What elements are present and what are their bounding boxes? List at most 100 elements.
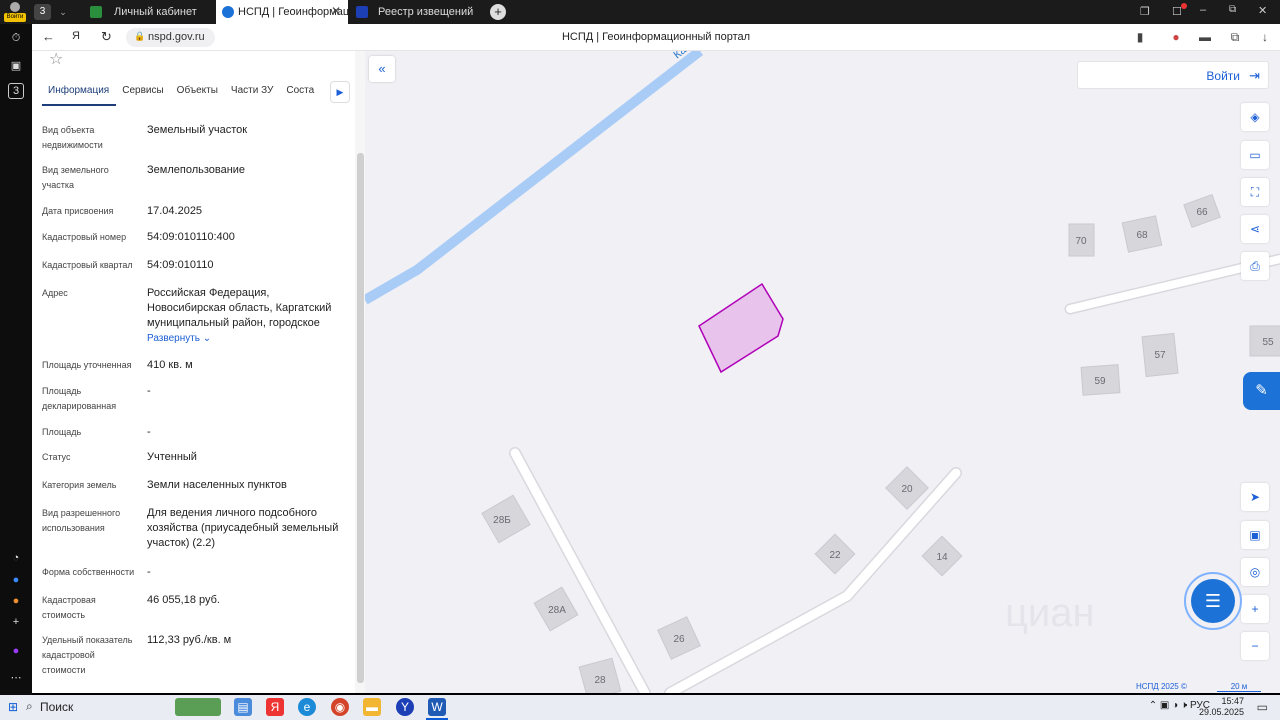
feedback-icon: ✎ xyxy=(1255,382,1268,399)
zoom-out-button[interactable]: − xyxy=(1241,632,1269,660)
extension-icon[interactable]: ● xyxy=(1169,30,1183,44)
house-57: 57 xyxy=(1141,332,1179,378)
messenger-icon[interactable]: ● xyxy=(8,572,24,588)
tab-notice-registry[interactable]: Реестр извещений xyxy=(350,0,480,24)
river xyxy=(365,51,704,305)
select-area-button[interactable]: ⛶ xyxy=(1241,178,1269,206)
url-text: nspd.gov.ru xyxy=(148,31,205,43)
tab-nspd[interactable]: НСПД | Геоинформацио ✕ xyxy=(216,0,348,24)
windows-start-icon[interactable]: ⊞ xyxy=(8,700,22,714)
new-tab-button[interactable]: + xyxy=(490,4,506,20)
tab-services[interactable]: Сервисы xyxy=(116,84,170,106)
download-icon[interactable]: ↓ xyxy=(1258,30,1272,44)
login-button[interactable]: Войти ⇥ xyxy=(1077,61,1269,89)
info-label: Статус xyxy=(42,452,71,462)
sidebar-counter[interactable]: 3 xyxy=(8,83,24,99)
yandex-icon[interactable]: Я xyxy=(72,30,80,42)
yandex-browser-icon[interactable]: Я xyxy=(266,698,284,716)
edge-icon[interactable]: e xyxy=(298,698,316,716)
house-number: 14 xyxy=(936,552,948,563)
info-label: Кадастровый номер xyxy=(42,232,127,242)
map-view[interactable]: Ка 70 68 66 57 59 55 20 22 14 28Б 28А 26… xyxy=(365,51,1280,693)
map-canvas[interactable]: Ка 70 68 66 57 59 55 20 22 14 28Б 28А 26… xyxy=(365,51,1280,693)
file-explorer-small-icon[interactable]: ▤ xyxy=(234,698,252,716)
geolocation-button[interactable]: ◎ xyxy=(1241,558,1269,586)
tab-list-dropdown-icon[interactable]: ⌄ xyxy=(56,4,70,20)
tab-land-parts[interactable]: Части ЗУ xyxy=(225,84,280,106)
assistant-icon[interactable]: ● xyxy=(8,643,24,659)
feedback-badge-button[interactable]: ✎ xyxy=(1243,372,1280,410)
add-icon[interactable]: + xyxy=(8,614,24,630)
measure-button[interactable]: ▭ xyxy=(1241,141,1269,169)
word-icon[interactable]: W xyxy=(428,698,446,716)
url-field[interactable]: 🔒 nspd.gov.ru xyxy=(126,28,215,47)
share-button[interactable]: ⋖ xyxy=(1241,215,1269,243)
reload-icon[interactable]: ↻ xyxy=(101,29,112,45)
house-number: 26 xyxy=(673,634,685,645)
app-orange-icon[interactable]: ● xyxy=(8,593,24,609)
info-label: Площадь xyxy=(42,427,82,437)
more-icon[interactable]: ⋯ xyxy=(8,669,24,685)
restore-button[interactable]: ⧉ xyxy=(1229,4,1243,18)
yandex-icon[interactable]: Y xyxy=(396,698,414,716)
profile-button[interactable]: Войти xyxy=(4,1,26,23)
screenshot-icon[interactable]: ▣ xyxy=(8,57,24,73)
tab-objects[interactable]: Объекты xyxy=(171,84,225,106)
tab-information[interactable]: Информация xyxy=(42,84,117,106)
taskbar-search[interactable]: Поиск xyxy=(40,700,73,714)
reader-icon[interactable]: ▬ xyxy=(1198,30,1212,44)
land-parcel[interactable] xyxy=(698,282,784,374)
map-copyright: НСПД 2025 © xyxy=(1136,682,1187,691)
widgets-icon[interactable] xyxy=(175,698,221,716)
back-icon[interactable]: ← xyxy=(42,29,55,44)
tabs-scroll-right-icon[interactable]: ▶ xyxy=(330,81,350,103)
print-button[interactable]: ⎙ xyxy=(1241,252,1269,280)
info-value[interactable]: 54:09:010110 xyxy=(147,258,347,273)
selection-icon: ⛶ xyxy=(1250,185,1260,199)
print-icon: ⎙ xyxy=(1250,259,1260,273)
chrome-icon[interactable]: ◉ xyxy=(331,698,349,716)
house-number: 59 xyxy=(1094,376,1106,387)
info-value: - xyxy=(147,385,151,397)
favorite-star-icon[interactable]: ☆ xyxy=(49,51,63,69)
history-icon[interactable]: ⏱ xyxy=(8,30,24,46)
zoom-in-button[interactable]: + xyxy=(1241,595,1269,623)
info-value[interactable]: 54:09:010110:400 xyxy=(147,230,347,245)
close-window-button[interactable]: ✕ xyxy=(1258,4,1272,18)
house-28b: 28Б xyxy=(481,494,531,544)
navigate-icon: ➤ xyxy=(1249,490,1261,504)
info-value: 410 кв. м xyxy=(147,359,193,371)
info-label: Удельный показатель кадастровой стоимост… xyxy=(42,635,133,675)
collapse-panel-button[interactable]: « xyxy=(369,56,395,82)
layers-button[interactable]: ◈ xyxy=(1241,103,1269,131)
tab-title: Реестр извещений xyxy=(378,6,474,18)
clock-date: 29.05.2025 xyxy=(1198,707,1244,717)
notification-center-icon[interactable]: ▭ xyxy=(1257,700,1268,714)
file-explorer-icon[interactable]: ▬ xyxy=(363,698,381,716)
chat-button[interactable]: ☰ xyxy=(1191,579,1235,623)
bookmark-icon[interactable]: ▮ xyxy=(1133,30,1147,44)
house-55: 55 xyxy=(1249,325,1280,357)
window-collections-icon[interactable]: ❐ xyxy=(1140,5,1154,19)
tab-personal-cabinet[interactable]: Личный кабинет xyxy=(84,0,214,24)
scrollbar-thumb[interactable] xyxy=(357,153,364,683)
expand-link[interactable]: Развернуть ⌄ xyxy=(147,333,211,344)
notifications-icon[interactable]: ☐ xyxy=(1172,3,1187,19)
tab-composition[interactable]: Соста xyxy=(280,84,321,106)
search-icon[interactable]: ⌕ xyxy=(26,699,33,714)
road-southwest-inner xyxy=(510,448,650,693)
address-bar: ← Я ↻ 🔒 nspd.gov.ru НСПД | Геоинформацио… xyxy=(32,24,1280,51)
panel-scrollbar[interactable] xyxy=(355,51,365,693)
collections-icon[interactable]: ⧉ xyxy=(1228,30,1242,44)
alice-icon[interactable]: ◔ xyxy=(8,550,24,566)
info-value: - xyxy=(147,426,151,438)
house-68: 68 xyxy=(1121,215,1163,253)
house-28: 28 xyxy=(578,657,622,693)
minimize-button[interactable]: – xyxy=(1200,4,1214,18)
minimap-button[interactable]: ▣ xyxy=(1241,521,1269,549)
tab-counter[interactable]: 3 xyxy=(34,4,51,20)
locate-button[interactable]: ➤ xyxy=(1241,483,1269,511)
close-icon[interactable]: ✕ xyxy=(331,4,341,18)
house-number: 20 xyxy=(901,484,913,495)
clock[interactable]: 15:47 29.05.2025 xyxy=(1199,696,1244,718)
